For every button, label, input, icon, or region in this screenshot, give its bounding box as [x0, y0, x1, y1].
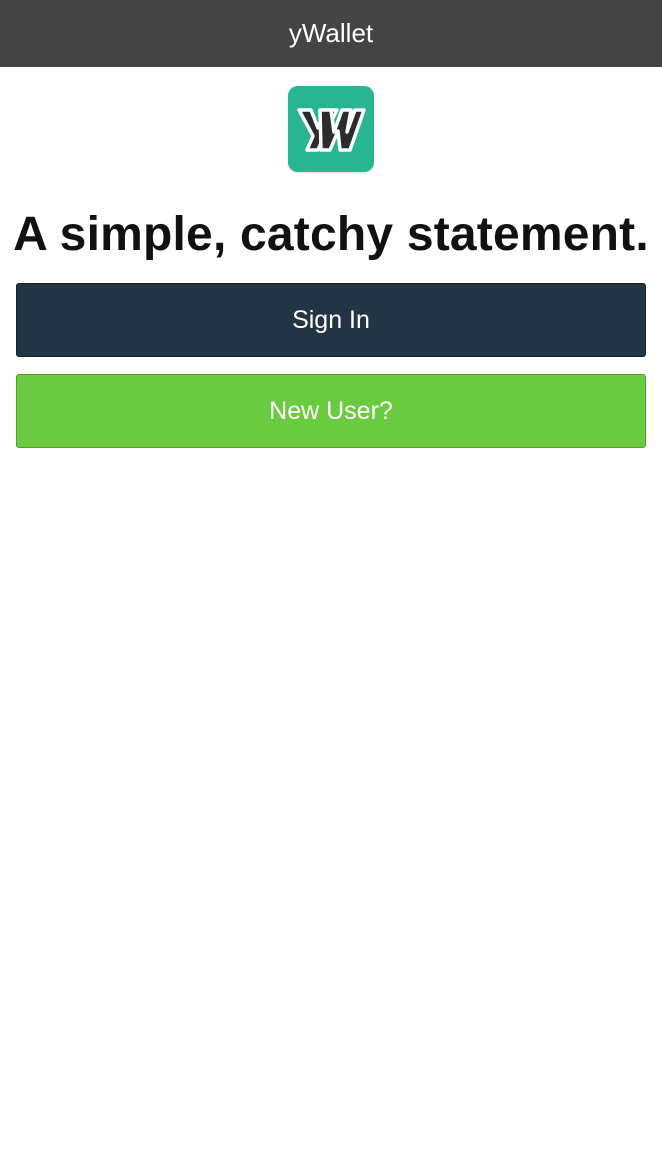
- main-content: A simple, catchy statement. Sign In New …: [0, 67, 662, 1174]
- top-nav-bar: yWallet: [0, 0, 662, 67]
- app-logo: [288, 86, 374, 172]
- tagline-heading: A simple, catchy statement.: [13, 208, 649, 261]
- new-user-label: New User?: [269, 396, 393, 425]
- yw-logo-icon: [288, 86, 374, 172]
- sign-in-label: Sign In: [292, 305, 370, 334]
- app-title: yWallet: [288, 18, 374, 48]
- sign-in-button[interactable]: Sign In: [16, 283, 646, 357]
- new-user-button[interactable]: New User?: [16, 374, 646, 448]
